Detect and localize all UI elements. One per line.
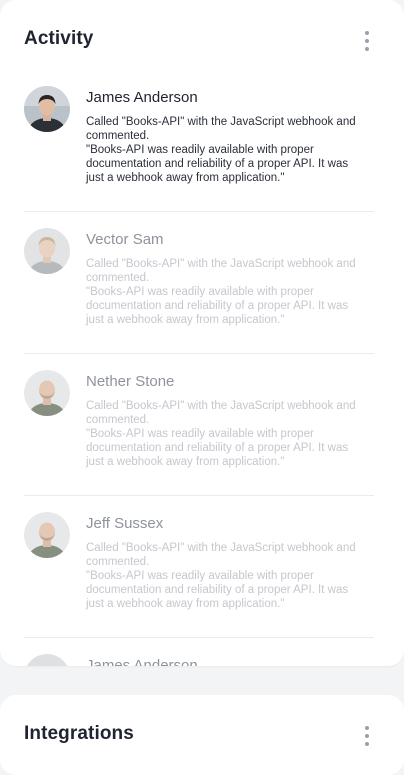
avatar[interactable]	[24, 654, 70, 666]
activity-message: Called "Books-API" with the JavaScript w…	[86, 399, 356, 469]
activity-message: Called "Books-API" with the JavaScript w…	[86, 257, 356, 327]
avatar[interactable]	[24, 228, 70, 274]
activity-message: Called "Books-API" with the JavaScript w…	[86, 115, 356, 185]
activity-comment: "Books-API was readily available with pr…	[86, 286, 349, 326]
activity-header: Activity	[24, 28, 380, 56]
activity-item: Nether Stone Called "Books-API" with the…	[24, 354, 374, 496]
user-name[interactable]: James Anderson	[86, 657, 198, 666]
more-vertical-icon[interactable]	[364, 726, 370, 746]
more-vertical-icon[interactable]	[364, 31, 370, 51]
integrations-title: Integrations	[24, 723, 134, 744]
activity-card: Activity James Anderson Called "Books-AP…	[0, 0, 404, 666]
activity-action: Called "Books-API" with the JavaScript w…	[86, 400, 356, 426]
activity-item: James Anderson	[24, 638, 374, 666]
activity-feed: James Anderson Called "Books-API" with t…	[24, 70, 374, 666]
user-name[interactable]: James Anderson	[86, 89, 198, 106]
user-name[interactable]: Jeff Sussex	[86, 515, 163, 532]
avatar[interactable]	[24, 512, 70, 558]
user-name[interactable]: Nether Stone	[86, 373, 174, 390]
activity-item: Vector Sam Called "Books-API" with the J…	[24, 212, 374, 354]
integrations-header: Integrations	[24, 723, 380, 751]
avatar[interactable]	[24, 370, 70, 416]
integrations-card: Integrations	[0, 695, 404, 775]
activity-comment: "Books-API was readily available with pr…	[86, 428, 349, 468]
user-name[interactable]: Vector Sam	[86, 231, 164, 248]
avatar[interactable]	[24, 86, 70, 132]
activity-item: James Anderson Called "Books-API" with t…	[24, 70, 374, 212]
activity-comment: "Books-API was readily available with pr…	[86, 570, 349, 610]
activity-comment: "Books-API was readily available with pr…	[86, 144, 349, 184]
activity-action: Called "Books-API" with the JavaScript w…	[86, 116, 356, 142]
activity-action: Called "Books-API" with the JavaScript w…	[86, 258, 356, 284]
activity-item: Jeff Sussex Called "Books-API" with the …	[24, 496, 374, 638]
activity-action: Called "Books-API" with the JavaScript w…	[86, 542, 356, 568]
activity-message: Called "Books-API" with the JavaScript w…	[86, 541, 356, 611]
activity-title: Activity	[24, 28, 94, 49]
